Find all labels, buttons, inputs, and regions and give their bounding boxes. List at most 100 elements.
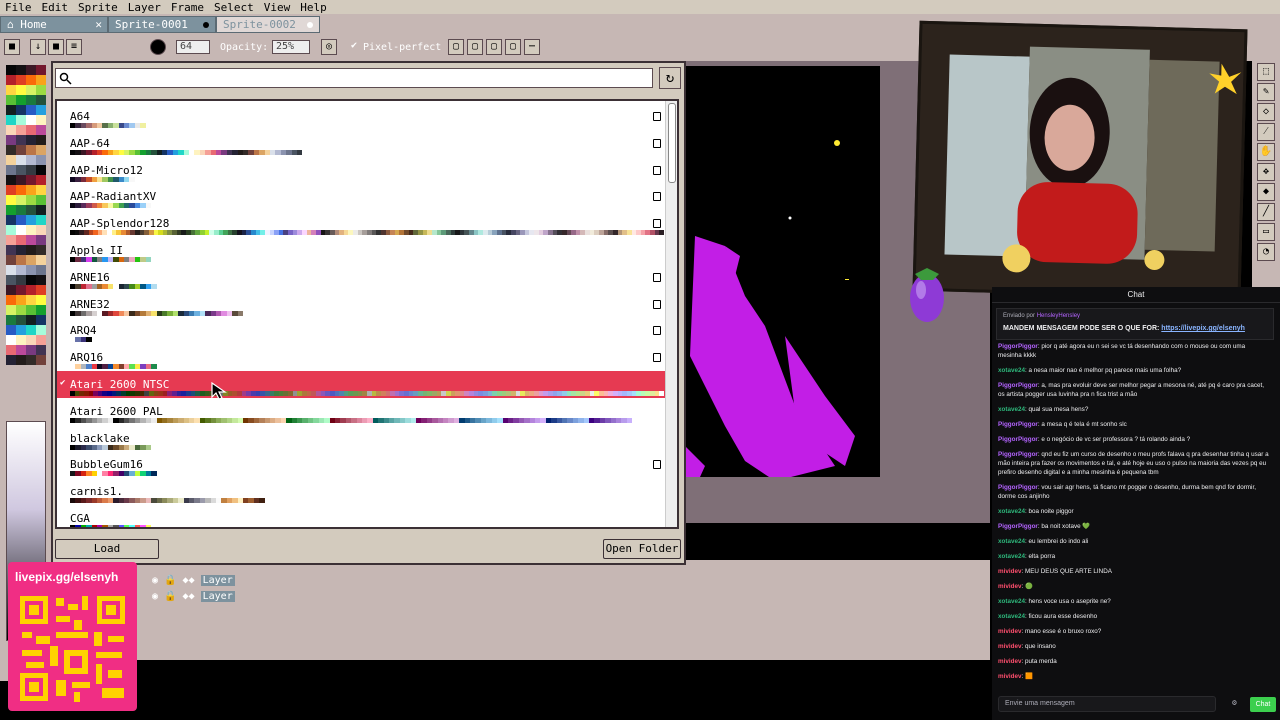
palette-swatch[interactable] [36, 145, 46, 155]
palette-swatch[interactable] [36, 165, 46, 175]
move-icon[interactable]: ✥ [1257, 163, 1275, 181]
palette-swatch[interactable] [26, 325, 36, 335]
palette-swatch[interactable] [6, 165, 16, 175]
palette-swatch[interactable] [36, 285, 46, 295]
palette-swatch[interactable] [36, 65, 46, 75]
menu-edit[interactable]: Edit [42, 1, 69, 14]
palette-list-item[interactable]: BubbleGum16 [57, 451, 665, 478]
stop-icon[interactable]: ■ [48, 39, 64, 55]
palette-swatch[interactable] [16, 325, 26, 335]
eye-icon[interactable]: ◉ [152, 575, 158, 586]
palette-list-item[interactable]: Atari 2600 PAL [57, 398, 665, 425]
palette-swatch[interactable] [16, 75, 26, 85]
palette-swatch[interactable] [16, 95, 26, 105]
palette-swatch[interactable] [6, 65, 16, 75]
palette-swatch[interactable] [16, 245, 26, 255]
favorite-toggle-icon[interactable] [653, 326, 661, 336]
palette-swatch[interactable] [16, 65, 26, 75]
palette-swatch[interactable] [16, 295, 26, 305]
menu-view[interactable]: View [264, 1, 291, 14]
layer-name[interactable]: Layer [200, 575, 235, 586]
chat-username[interactable]: xotave24 [998, 406, 1025, 413]
palette-swatch[interactable] [6, 315, 16, 325]
palette-swatch[interactable] [26, 215, 36, 225]
palette-swatch[interactable] [26, 255, 36, 265]
palette-swatch[interactable] [36, 235, 46, 245]
chat-username[interactable]: PiggorPiggor [998, 451, 1038, 458]
palette-swatch[interactable] [36, 225, 46, 235]
palette-swatch[interactable] [16, 335, 26, 345]
chat-username[interactable]: PiggorPiggor [998, 421, 1038, 428]
palette-swatch[interactable] [26, 345, 36, 355]
layer-name[interactable]: Layer [200, 591, 235, 602]
tab-home[interactable]: ⌂ Home ✕ [0, 16, 108, 33]
palette-swatch[interactable] [16, 255, 26, 265]
pencil-icon[interactable]: ✎ [1257, 83, 1275, 101]
palette-swatch[interactable] [36, 115, 46, 125]
symmetry-h-icon[interactable]: ▢ [467, 39, 483, 55]
palette-list-item[interactable]: blacklake [57, 425, 665, 452]
palette-swatch[interactable] [16, 225, 26, 235]
palette-swatch[interactable] [26, 245, 36, 255]
chat-username[interactable]: mividev [998, 628, 1021, 635]
palette-list-item[interactable]: A64 [57, 103, 665, 130]
palette-swatch[interactable] [36, 265, 46, 275]
link-icon[interactable]: ◆◆ [183, 575, 195, 586]
palette-swatch[interactable] [16, 195, 26, 205]
palette-swatch[interactable] [36, 255, 46, 265]
palette-swatch[interactable] [26, 105, 36, 115]
favorite-toggle-icon[interactable] [653, 353, 661, 363]
palette-swatch[interactable] [6, 85, 16, 95]
eraser-icon[interactable]: ◇ [1257, 103, 1275, 121]
favorite-toggle-icon[interactable] [653, 138, 661, 148]
chat-send-button[interactable]: Chat [1250, 697, 1276, 712]
palette-swatch[interactable] [36, 245, 46, 255]
chat-username[interactable]: mividev [998, 673, 1021, 680]
palette-swatch[interactable] [36, 185, 46, 195]
chat-username[interactable]: PiggorPiggor [998, 484, 1038, 491]
palette-swatch[interactable] [26, 295, 36, 305]
palette-swatch[interactable] [36, 85, 46, 95]
palette-swatch[interactable] [26, 195, 36, 205]
palette-swatch[interactable] [16, 155, 26, 165]
chat-username[interactable]: xotave24 [998, 553, 1025, 560]
palette-swatch[interactable] [36, 275, 46, 285]
palette-swatch[interactable] [26, 75, 36, 85]
palette-list-item[interactable]: ARNE32 [57, 291, 665, 318]
palette-swatch[interactable] [26, 85, 36, 95]
chat-username[interactable]: xotave24 [998, 538, 1025, 545]
menu-help[interactable]: Help [300, 1, 327, 14]
close-icon[interactable]: ✕ [95, 18, 102, 31]
palette-swatch[interactable] [26, 275, 36, 285]
symmetry-v-icon[interactable]: ▢ [486, 39, 502, 55]
palette-swatch[interactable] [26, 95, 36, 105]
open-folder-button[interactable]: Open Folder [603, 539, 681, 559]
palette-swatch[interactable] [26, 125, 36, 135]
palette-list-item[interactable]: ✔ Atari 2600 NTSC [57, 371, 665, 398]
palette-swatch[interactable] [36, 195, 46, 205]
tab-sprite-0001[interactable]: Sprite-0001 [108, 16, 216, 33]
hand-icon[interactable]: ✋ [1257, 143, 1275, 161]
palette-swatch[interactable] [26, 65, 36, 75]
palette-swatch[interactable] [26, 335, 36, 345]
palette-swatch[interactable] [26, 145, 36, 155]
palette-swatch[interactable] [26, 175, 36, 185]
menu-sprite[interactable]: Sprite [78, 1, 118, 14]
chat-username[interactable]: PiggorPiggor [998, 343, 1038, 350]
palette-swatch[interactable] [6, 175, 16, 185]
palette-swatch[interactable] [6, 185, 16, 195]
bucket-icon[interactable]: ◆ [1257, 183, 1275, 201]
favorite-toggle-icon[interactable] [653, 192, 661, 202]
palette-swatch[interactable] [6, 135, 16, 145]
favorite-toggle-icon[interactable] [653, 272, 661, 282]
favorite-toggle-icon[interactable] [653, 165, 661, 175]
palette-swatch[interactable] [36, 215, 46, 225]
palette-swatch[interactable] [16, 165, 26, 175]
palette-swatch[interactable] [26, 115, 36, 125]
palette-swatch[interactable] [6, 225, 16, 235]
chat-username[interactable]: PiggorPiggor [998, 436, 1038, 443]
palette-swatch[interactable] [26, 205, 36, 215]
palette-swatch[interactable] [6, 205, 16, 215]
chat-username[interactable]: xotave24 [998, 508, 1025, 515]
palette-swatch[interactable] [6, 105, 16, 115]
